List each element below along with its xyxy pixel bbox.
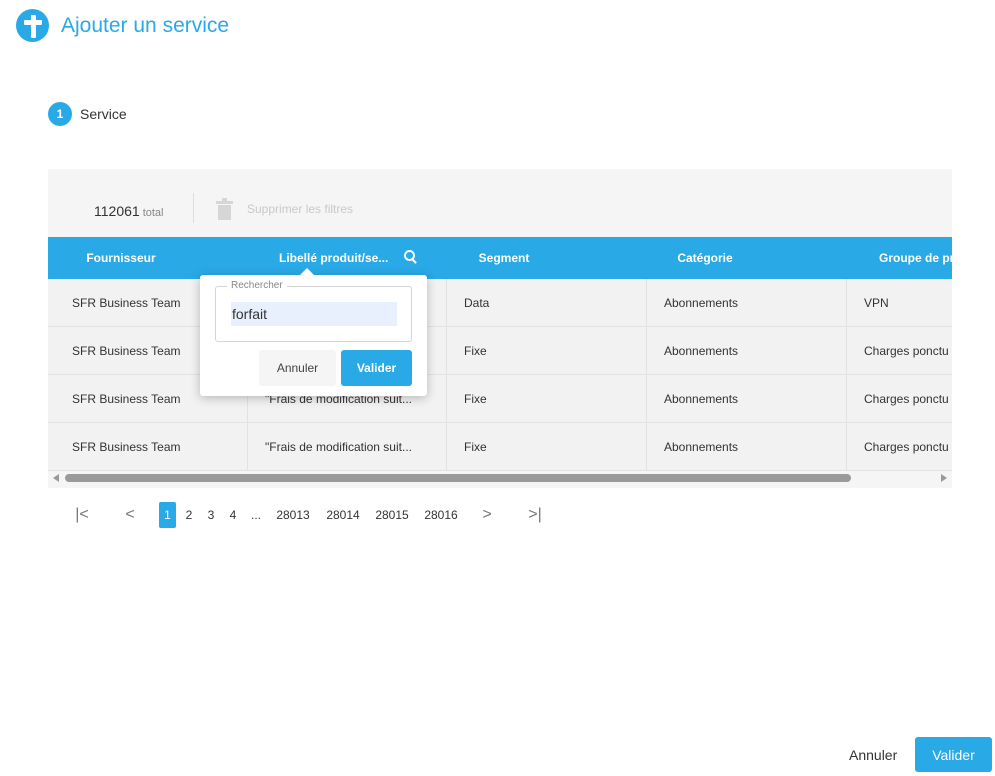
column-header-segment[interactable]: Segment (447, 237, 561, 279)
search-fieldset: Rechercher (215, 280, 412, 342)
validate-button[interactable]: Valider (915, 737, 992, 772)
scroll-right-icon[interactable] (941, 474, 947, 482)
grid-toolbar: 112061 total Supprimer les filtres (48, 169, 952, 237)
step-label: Service (80, 106, 127, 122)
horizontal-scrollbar[interactable] (48, 471, 952, 485)
column-header-libelle[interactable]: Libellé produit/se... (247, 237, 393, 279)
table-row[interactable]: SFR Business Team Data Abonnements VPN (48, 279, 952, 327)
clear-filters-button[interactable]: Supprimer les filtres (216, 198, 353, 220)
column-filter-popover: Rechercher Annuler Valider (200, 268, 427, 396)
cell-segment: Fixe (447, 375, 647, 423)
page-button[interactable]: 2 (182, 502, 196, 528)
page-button-current[interactable]: 1 (159, 502, 176, 528)
table-row[interactable]: SFR Business Team Fixe Abonnements Charg… (48, 327, 952, 375)
cell-segment: Data (447, 279, 647, 327)
search-input[interactable] (231, 302, 397, 326)
clear-filters-label: Supprimer les filtres (247, 202, 354, 216)
cell-groupe: Charges ponctu (864, 440, 949, 454)
plus-icon (16, 9, 49, 42)
table-row[interactable]: SFR Business Team "Frais de modification… (48, 423, 952, 471)
cell-segment: Fixe (447, 327, 647, 375)
cell-categorie: Abonnements (647, 375, 847, 423)
page-button[interactable]: 28013 (272, 502, 314, 528)
prev-page-icon[interactable]: < (120, 502, 140, 528)
dialog-title: Ajouter un service (61, 13, 230, 37)
page-button[interactable]: 28014 (322, 502, 364, 528)
cell-categorie: Abonnements (647, 423, 847, 471)
toolbar-divider (193, 193, 194, 223)
cell-groupe: Charges ponctu (864, 344, 949, 358)
grid-body: SFR Business Team Data Abonnements VPN S… (48, 279, 952, 471)
cell-categorie: Abonnements (647, 279, 847, 327)
total-suffix: total (142, 207, 164, 219)
first-page-icon[interactable]: |< (72, 502, 92, 528)
dialog-header: Ajouter un service (16, 9, 229, 42)
total-value: 112061 (94, 203, 140, 219)
scroll-left-icon[interactable] (53, 474, 59, 482)
cell-groupe: VPN (864, 296, 889, 310)
column-search-icon[interactable] (404, 250, 418, 264)
column-header-groupe[interactable]: Groupe de pr (847, 237, 952, 279)
trash-icon (216, 198, 233, 220)
total-count: 112061 total (94, 203, 163, 219)
popover-cancel-button[interactable]: Annuler (259, 350, 336, 386)
cell-libelle: "Frais de modification suit... (248, 423, 447, 471)
table-row[interactable]: SFR Business Team "Frais de modification… (48, 375, 952, 423)
popover-validate-button[interactable]: Valider (341, 350, 412, 386)
step-number: 1 (48, 102, 72, 126)
stepper-step: 1 Service (48, 102, 127, 126)
search-legend: Rechercher (227, 280, 287, 291)
cell-groupe: Charges ponctu (864, 392, 949, 406)
popover-caret (299, 268, 315, 276)
column-header-categorie[interactable]: Catégorie (647, 237, 763, 279)
page-ellipsis: ... (250, 508, 261, 522)
last-page-icon[interactable]: >| (524, 502, 546, 528)
cell-fournisseur: SFR Business Team (48, 423, 248, 471)
column-header-fournisseur[interactable]: Fournisseur (48, 237, 194, 279)
next-page-icon[interactable]: > (477, 502, 497, 528)
cell-categorie: Abonnements (647, 327, 847, 375)
data-grid: 112061 total Supprimer les filtres Fourni… (48, 169, 952, 488)
cell-segment: Fixe (447, 423, 647, 471)
page-button[interactable]: 28016 (420, 502, 462, 528)
grid-header: Fournisseur Libellé produit/se... Segmen… (48, 237, 952, 279)
page-button[interactable]: 28015 (371, 502, 413, 528)
page-button[interactable]: 4 (226, 502, 240, 528)
cancel-button[interactable]: Annuler (849, 738, 897, 772)
page-button[interactable]: 3 (204, 502, 218, 528)
scrollbar-thumb[interactable] (65, 474, 851, 482)
